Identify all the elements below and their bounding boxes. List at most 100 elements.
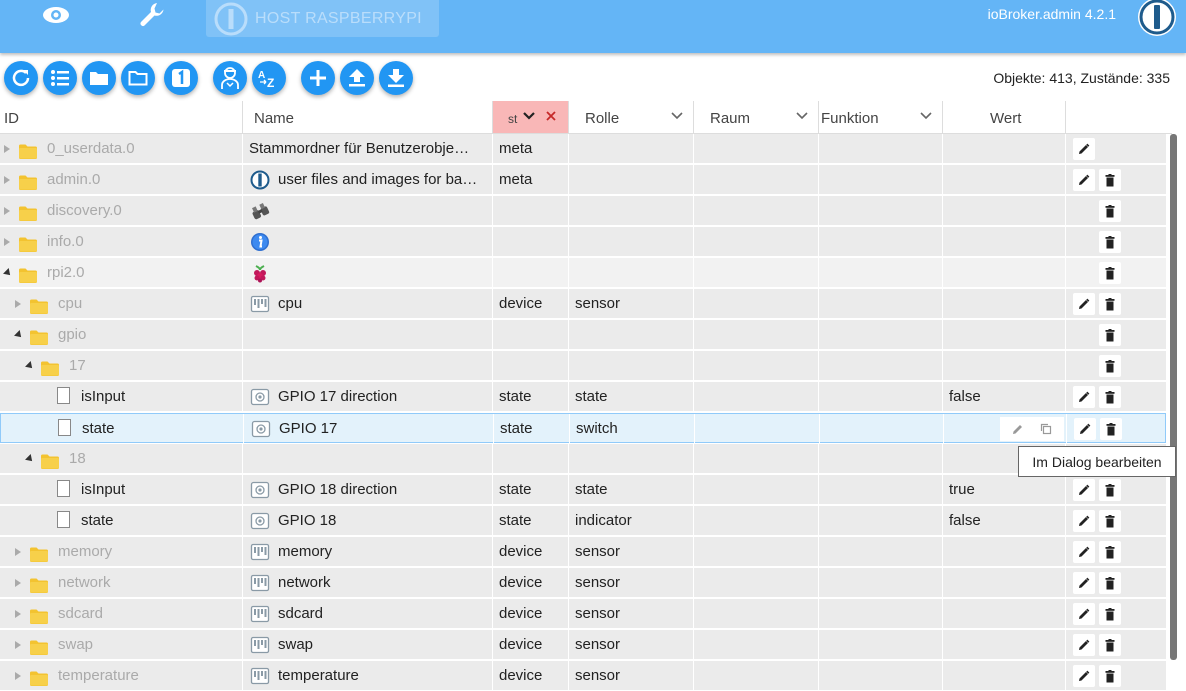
list-view-button[interactable] [43,61,77,95]
table-row[interactable]: isInput GPIO 18 direction state state true [0,475,1166,505]
table-row[interactable]: state GPIO 17 state switch [0,413,1166,444]
copy-icon[interactable] [1040,423,1052,435]
edit-button[interactable] [1073,138,1095,160]
object-value[interactable] [943,537,1066,567]
edit-button[interactable] [1073,603,1095,625]
object-value[interactable] [943,599,1066,629]
expand-all-button[interactable] [82,61,116,95]
table-row[interactable]: 17 [0,351,1166,381]
table-row[interactable]: gpio [0,320,1166,350]
expand-icon[interactable] [15,672,21,680]
column-id[interactable]: ID [0,101,243,133]
edit-button[interactable] [1074,418,1096,440]
table-row[interactable]: cpu cpu device sensor [0,289,1166,319]
object-value[interactable] [943,320,1066,350]
vertical-scrollbar[interactable] [1170,134,1177,660]
expand-icon[interactable] [15,300,21,308]
object-value[interactable]: true [943,475,1066,505]
column-function-filter[interactable]: Funktion [819,101,943,133]
delete-button[interactable] [1099,510,1121,532]
host-selector[interactable]: HOST RASPBERRYPI [206,0,439,37]
chevron-down-icon[interactable] [522,111,536,121]
delete-button[interactable] [1099,200,1121,222]
delete-button[interactable] [1099,262,1121,284]
refresh-button[interactable] [4,61,38,95]
delete-button[interactable] [1099,324,1121,346]
expand-icon[interactable] [4,207,10,215]
expand-one-level-button[interactable] [164,61,198,95]
table-row[interactable]: swap swap device sensor [0,630,1166,660]
chevron-down-icon[interactable] [919,111,933,121]
expand-icon[interactable] [4,176,10,184]
edit-button[interactable] [1073,479,1095,501]
delete-button[interactable] [1099,355,1121,377]
expand-icon[interactable] [15,610,21,618]
object-value[interactable] [943,165,1066,195]
column-state-filter[interactable]: st [493,101,569,133]
object-value[interactable] [943,258,1066,288]
eye-icon[interactable] [36,0,76,30]
edit-button[interactable] [1073,293,1095,315]
object-value[interactable] [943,134,1066,164]
delete-button[interactable] [1099,386,1121,408]
object-value[interactable] [943,568,1066,598]
delete-button[interactable] [1099,231,1121,253]
expand-icon[interactable] [15,548,21,556]
sort-button[interactable]: AZ [252,61,286,95]
collapse-icon[interactable] [25,454,35,464]
column-room-filter[interactable]: Raum [694,101,819,133]
collapse-icon[interactable] [14,330,24,340]
table-row[interactable]: 18 [0,444,1166,474]
object-value[interactable] [943,227,1066,257]
table-row[interactable]: network network device sensor [0,568,1166,598]
delete-button[interactable] [1099,665,1121,687]
delete-button[interactable] [1100,418,1122,440]
object-value[interactable] [943,196,1066,226]
table-row[interactable]: state GPIO 18 state indicator false [0,506,1166,536]
edit-button[interactable] [1073,572,1095,594]
table-row[interactable]: discovery.0 [0,196,1166,226]
delete-button[interactable] [1099,572,1121,594]
object-value[interactable] [943,289,1066,319]
table-row[interactable]: admin.0 user files and images for ba… meta [0,165,1166,195]
expand-icon[interactable] [4,238,10,246]
edit-button[interactable] [1073,634,1095,656]
expand-icon[interactable] [15,579,21,587]
edit-button[interactable] [1073,386,1095,408]
iobroker-logo-icon[interactable] [1136,0,1178,38]
edit-button[interactable] [1073,510,1095,532]
table-row[interactable]: 0_userdata.0 Stammordner für Benutzerobje… [0,134,1166,164]
table-row[interactable]: temperature temperature device sensor [0,661,1166,691]
collapse-icon[interactable] [3,268,13,278]
chevron-down-icon[interactable] [795,111,809,121]
table-row[interactable]: isInput GPIO 17 direction state state false [0,382,1166,412]
edit-button[interactable] [1073,665,1095,687]
object-value[interactable]: false [943,506,1066,536]
chevron-down-icon[interactable] [670,111,684,121]
collapse-all-button[interactable] [121,61,155,95]
table-row[interactable]: rpi2.0 [0,258,1166,288]
edit-value-icon[interactable] [1012,423,1024,435]
delete-button[interactable] [1099,541,1121,563]
collapse-icon[interactable] [25,361,35,371]
edit-button[interactable] [1073,169,1095,191]
expert-mode-button[interactable] [213,61,247,95]
table-row[interactable]: info.0 [0,227,1166,257]
expand-icon[interactable] [15,641,21,649]
delete-button[interactable] [1099,293,1121,315]
table-row[interactable]: memory memory device sensor [0,537,1166,567]
object-value[interactable] [943,661,1066,691]
wrench-icon[interactable] [132,0,172,30]
edit-button[interactable] [1073,541,1095,563]
delete-button[interactable] [1099,169,1121,191]
object-value[interactable] [943,351,1066,381]
object-value[interactable] [943,630,1066,660]
add-object-button[interactable] [301,61,335,95]
object-value[interactable]: false [943,382,1066,412]
delete-button[interactable] [1099,479,1121,501]
expand-icon[interactable] [4,145,10,153]
upload-button[interactable] [340,61,374,95]
column-role-filter[interactable]: Rolle [569,101,694,133]
delete-button[interactable] [1099,634,1121,656]
table-row[interactable]: sdcard sdcard device sensor [0,599,1166,629]
